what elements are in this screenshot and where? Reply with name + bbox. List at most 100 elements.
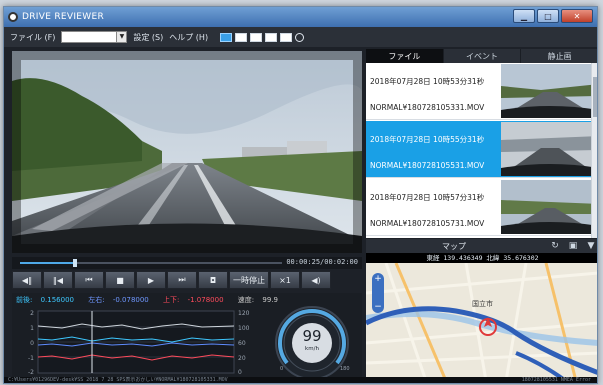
file-thumbnail	[501, 64, 597, 118]
map-title: マップ	[442, 242, 466, 251]
menu-settings[interactable]: 設定 (S)	[133, 32, 163, 43]
volume-button[interactable]: ◀)	[301, 271, 331, 289]
layout-grid-icon[interactable]	[220, 32, 233, 42]
layout-split-icon[interactable]	[250, 32, 263, 42]
menu-help[interactable]: ヘルプ (H)	[169, 32, 208, 43]
svg-text:0: 0	[238, 369, 242, 376]
svg-text:-2: -2	[28, 369, 34, 376]
file-name: NORMAL¥180728105331.MOV	[370, 103, 485, 112]
svg-text:2: 2	[30, 310, 34, 317]
map-coordinates: 東経 139.436349 北緯 35.676302	[366, 253, 597, 263]
status-bar: C:¥Users¥01296DEV-desk¥SS 2018 7 28 SPS表…	[4, 377, 597, 383]
layout-map-icon[interactable]	[265, 32, 278, 42]
stop-button[interactable]: ■	[105, 271, 135, 289]
seek-progress	[20, 262, 76, 264]
place-label: 国立市	[472, 300, 493, 308]
minimize-icon[interactable]: ▁	[513, 9, 535, 23]
list-item[interactable]: 2018年07月28日 10時53分31秒 NORMAL¥18072810533…	[366, 63, 597, 120]
tab-still[interactable]: 静止画	[521, 49, 597, 63]
map-bar: マップ ↻ ▣ ▼	[366, 239, 597, 253]
close-icon[interactable]: ✕	[561, 9, 593, 23]
tab-event[interactable]: イベント	[444, 49, 522, 63]
collapse-icon[interactable]: ▼	[586, 241, 596, 251]
frame-back-button[interactable]: ◀‖	[12, 271, 42, 289]
file-thumbnail	[501, 122, 597, 176]
zoom-out-icon[interactable]: −	[372, 301, 384, 313]
refresh-icon[interactable]: ↻	[550, 241, 560, 251]
step-back-button[interactable]: ‖◀	[43, 271, 73, 289]
chevron-down-icon[interactable]: ▼	[116, 32, 127, 42]
file-list-scrollbar[interactable]	[591, 63, 597, 238]
file-date: 2018年07月28日 10時53分31秒	[370, 77, 485, 86]
app-window: DRIVE REVIEWER ▁ □ ✕ ファイル (F) ▼ 設定 (S) ヘ…	[3, 6, 598, 384]
seek-row: 00:00:25/00:02:00	[12, 257, 362, 269]
seek-handle[interactable]	[73, 259, 78, 267]
previous-button[interactable]: ⏮	[74, 271, 104, 289]
svg-text:60: 60	[238, 340, 246, 347]
title-bar: DRIVE REVIEWER ▁ □ ✕	[4, 7, 597, 27]
svg-text:0: 0	[280, 366, 283, 372]
seek-bar[interactable]	[20, 259, 282, 267]
map-canvas	[366, 263, 597, 381]
tab-file[interactable]: ファイル	[366, 49, 444, 63]
step-back-icon: ‖◀	[52, 275, 64, 285]
zoom-icon[interactable]	[295, 32, 305, 42]
status-message: 180728105531 NMEA Error	[521, 377, 591, 383]
list-item[interactable]: 2018年07月28日 10時55分31秒 NORMAL¥18072810553…	[366, 121, 597, 178]
svg-text:180: 180	[340, 366, 350, 372]
file-name: NORMAL¥180728105531.MOV	[370, 161, 485, 170]
file-combo[interactable]: ▼	[61, 31, 128, 43]
speedometer-value: 99	[302, 327, 322, 345]
svg-text:20: 20	[238, 355, 246, 362]
window-buttons: ▁ □ ✕	[513, 9, 593, 23]
svg-text:120: 120	[238, 310, 250, 317]
stop-icon: ■	[116, 275, 124, 285]
layout-wide-icon[interactable]	[280, 32, 293, 42]
speaker-icon: ◀)	[311, 275, 321, 285]
svg-text:-1: -1	[28, 355, 34, 362]
timecode: 00:00:25/00:02:00	[286, 258, 358, 266]
file-list: 2018年07月28日 10時53分31秒 NORMAL¥18072810533…	[366, 63, 597, 238]
video-view[interactable]	[12, 51, 362, 253]
play-button[interactable]: ▶	[136, 271, 166, 289]
file-date: 2018年07月28日 10時57分31秒	[370, 193, 485, 202]
right-tabs: ファイル イベント 静止画	[366, 49, 597, 63]
status-path: C:¥Users¥01296DEV-desk¥SS 2018 7 28 SPS表…	[8, 377, 228, 383]
app-icon	[8, 12, 18, 22]
dashcam-frame	[12, 51, 362, 253]
menu-file[interactable]: ファイル (F)	[10, 32, 55, 43]
window-icon[interactable]: ▣	[568, 241, 578, 251]
zoom-in-icon[interactable]: +	[372, 273, 384, 285]
next-button[interactable]: ⏭	[167, 271, 197, 289]
svg-text:0: 0	[30, 340, 34, 347]
window-title: DRIVE REVIEWER	[22, 12, 105, 22]
svg-text:1: 1	[30, 325, 34, 332]
frame-back-icon: ◀‖	[21, 275, 33, 285]
camera-icon: ◘	[209, 275, 217, 285]
menu-bar: ファイル (F) ▼ 設定 (S) ヘルプ (H)	[4, 27, 597, 47]
map-view[interactable]: 国立市 + −	[366, 263, 597, 381]
file-text: 2018年07月28日 10時53分31秒 NORMAL¥18072810533…	[366, 63, 501, 119]
next-icon: ⏭	[178, 275, 186, 284]
speedometer-unit: km/h	[305, 346, 319, 352]
speed-label: ×1	[279, 275, 291, 285]
map-zoom-control: + −	[372, 273, 384, 313]
playback-controls: ◀‖ ‖◀ ⏮ ■ ▶ ⏭ ◘ 一時停止 ×1 ◀)	[12, 271, 362, 291]
file-thumbnail	[501, 180, 597, 234]
file-date: 2018年07月28日 10時55分31秒	[370, 135, 485, 144]
file-name: NORMAL¥180728105731.MOV	[370, 219, 485, 228]
pause-label: 一時停止	[233, 275, 265, 285]
pause-button[interactable]: 一時停止	[229, 271, 269, 289]
previous-icon: ⏮	[85, 275, 93, 284]
file-text: 2018年07月28日 10時57分31秒 NORMAL¥18072810573…	[366, 179, 501, 235]
svg-text:100: 100	[238, 325, 250, 332]
play-icon: ▶	[147, 275, 155, 285]
list-item[interactable]: 2018年07月28日 10時57分31秒 NORMAL¥18072810573…	[366, 179, 597, 236]
sensor-panel: 前後: 0.156000 左右: -0.078000 上下: -1.078000…	[12, 293, 362, 383]
file-text: 2018年07月28日 10時55分31秒 NORMAL¥18072810553…	[366, 121, 501, 177]
layout-single-icon[interactable]	[235, 32, 248, 42]
scrollbar-thumb[interactable]	[593, 77, 597, 117]
snapshot-button[interactable]: ◘	[198, 271, 228, 289]
speed-button[interactable]: ×1	[270, 271, 300, 289]
maximize-icon[interactable]: □	[537, 9, 559, 23]
